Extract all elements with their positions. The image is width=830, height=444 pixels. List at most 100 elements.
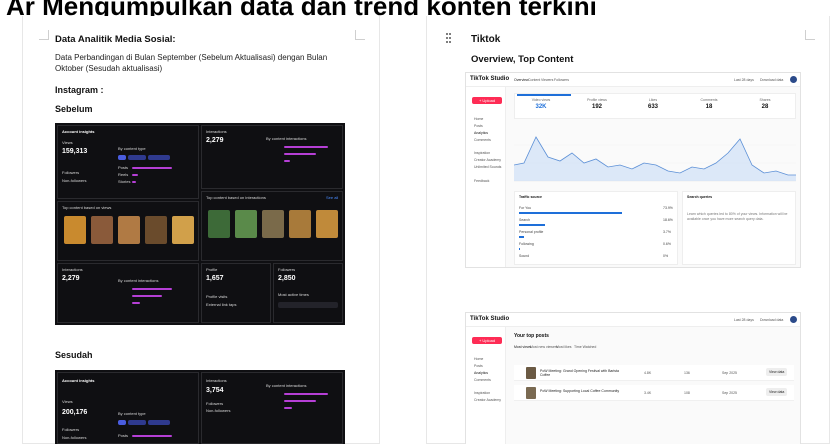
tt-download-button[interactable]: Download data (760, 78, 783, 82)
tt-source-bar (519, 224, 545, 226)
ig-post-thumbnail[interactable] (91, 216, 113, 244)
ig-interaction-bar (284, 146, 328, 148)
tt-nav-creator-academy[interactable]: Creator Academy (474, 158, 501, 162)
ig-by-content-type: By content type (118, 146, 146, 151)
tt-nav-feedback[interactable]: Feedback (474, 179, 489, 183)
ig-top-content-interactions-pane: Top content based on interactions See al… (201, 191, 343, 261)
tt-nav-inspiration[interactable]: Inspiration (474, 151, 490, 155)
ig-seg-non[interactable] (148, 420, 170, 425)
tt-filter-most-likes[interactable]: Most likes (556, 345, 572, 349)
tt-kpi-active-indicator (517, 94, 571, 96)
tt-source-label: Sound (519, 254, 530, 258)
tt-filter-time-watched[interactable]: Time Watched (574, 345, 596, 349)
table-row[interactable]: PoW Meeting: Supporting Local Coffee Com… (514, 385, 794, 401)
ig-post-thumbnail[interactable] (172, 216, 194, 244)
tt-source-bar (519, 248, 520, 250)
tt-top-posts-title: Your top posts (514, 333, 549, 339)
instagram-insights-before: Account insights Views 159,313 Followers… (55, 123, 345, 325)
tt-post-title: PoW Meeting: Supporting Local Coffee Com… (540, 389, 620, 393)
ig-profile-pane: Profile 1,657 Profile visits External li… (201, 263, 271, 323)
analytics-description: Data Perbandingan di Bulan September (Se… (55, 53, 328, 73)
ig-interactions-label: Interactions (206, 129, 227, 134)
tt-nav-inspiration[interactable]: Inspiration (474, 391, 490, 395)
tt-upload-button[interactable]: + Upload (472, 337, 502, 344)
tt-upload-button[interactable]: + Upload (472, 97, 502, 104)
ig-interaction-bar (284, 393, 328, 395)
tiktok-title[interactable]: Tiktok (471, 34, 500, 45)
tt-post-likes: 108 (684, 391, 690, 395)
platform-label: Instagram : (55, 85, 104, 95)
tt-kpi-label: Profile views (587, 98, 607, 102)
ig-by-content-type: By content type (118, 411, 146, 416)
tt-date-range[interactable]: Last 28 days (734, 78, 754, 82)
tt-search-queries-card: Search queries Learn which queries led t… (682, 191, 796, 265)
ig-profile-label: Profile (206, 267, 218, 272)
tt-kpi-value: 28 (761, 104, 769, 110)
after-label: Sesudah (55, 350, 93, 360)
ig-seg-followers[interactable] (128, 155, 146, 160)
tt-nav-creator-academy[interactable]: Creator Academy (474, 398, 501, 402)
analytics-heading: Data Analitik Media Sosial: (55, 34, 176, 45)
tt-top-bar: TikTok Studio Overview Content Viewers F… (466, 73, 800, 87)
ig-interactions-summary-pane: Interactions 2,279 By content interactio… (201, 125, 343, 189)
before-label: Sebelum (55, 104, 93, 114)
ig-seg-non[interactable] (148, 155, 170, 160)
tt-traffic-title: Traffic source (519, 195, 542, 199)
tt-kpi-value: 192 (591, 104, 602, 110)
ig-post-thumbnail[interactable] (289, 210, 311, 238)
tt-source-pct: 73.9% (663, 206, 673, 210)
document-page-left: Data Analitik Media Sosial: Data Perband… (22, 16, 380, 444)
tt-nav-home[interactable]: Home (474, 117, 483, 121)
tt-date-range[interactable]: Last 28 days (734, 318, 754, 322)
tt-post-thumbnail[interactable] (526, 367, 536, 379)
tt-search-title: Search queries (687, 195, 713, 199)
ig-post-thumbnail[interactable] (316, 210, 338, 238)
ig-post-thumbnail[interactable] (208, 210, 230, 238)
tt-sidebar: + Upload Home Posts Analytics Comments I… (466, 327, 506, 444)
tt-nav-posts[interactable]: Posts (474, 364, 483, 368)
tt-nav-posts[interactable]: Posts (474, 124, 483, 128)
table-row[interactable]: PoW Meeting: Grand Opening Festival with… (514, 365, 794, 381)
tt-source-label: Search (519, 218, 531, 222)
ig-interactions-label: Interactions (206, 378, 227, 383)
ig-followers-pane: Followers 2,850 Most active times (273, 263, 343, 323)
ig-post-thumbnail[interactable] (64, 216, 86, 244)
tt-nav-analytics[interactable]: Analytics (474, 371, 488, 375)
ig-post-thumbnail[interactable] (145, 216, 167, 244)
ig-see-all-link[interactable]: See all (326, 195, 338, 200)
ig-post-thumbnail[interactable] (118, 216, 140, 244)
tiktok-studio-content: TikTok Studio Last 28 days Download data… (465, 312, 801, 444)
tt-nav-comments[interactable]: Comments (474, 378, 491, 382)
ig-seg-followers[interactable] (128, 420, 146, 425)
tt-filter-most-views[interactable]: Most views (514, 345, 531, 349)
ig-seg-all[interactable] (118, 155, 126, 160)
tt-tab-viewers[interactable]: Viewers (541, 78, 553, 82)
avatar[interactable] (790, 76, 797, 83)
tt-kpi-label: Likes (648, 98, 658, 102)
tt-tab-overview[interactable]: Overview (514, 78, 529, 82)
ig-interaction-bar (284, 407, 292, 409)
tt-view-data-button[interactable]: View data (766, 388, 788, 396)
tt-filter-most-new-viewers[interactable]: Most new viewers (530, 345, 558, 349)
ig-post-thumbnail[interactable] (235, 210, 257, 238)
ig-followers-row: Followers (62, 427, 80, 432)
tt-tab-followers[interactable]: Followers (554, 78, 569, 82)
ig-views-value: 200,176 (62, 409, 88, 416)
tt-view-data-button[interactable]: View data (766, 368, 788, 376)
tt-nav-unlimited-sounds[interactable]: Unlimited Sounds (474, 165, 501, 169)
ig-followers-row: Followers (206, 401, 224, 406)
tt-nav-comments[interactable]: Comments (474, 138, 491, 142)
drag-handle-icon[interactable] (446, 33, 452, 43)
tt-nav-analytics[interactable]: Analytics (474, 131, 488, 135)
avatar[interactable] (790, 316, 797, 323)
tt-nav-home[interactable]: Home (474, 357, 483, 361)
ig-interactions-summary-pane: Interactions 3,754 Followers Non-followe… (201, 372, 343, 444)
ig-account-title: Account insights (62, 129, 95, 134)
tt-download-button[interactable]: Download data (760, 318, 783, 322)
tt-tab-content[interactable]: Content (528, 78, 540, 82)
ig-by-content-interactions: By content interactions (266, 383, 307, 388)
tt-post-thumbnail[interactable] (526, 387, 536, 399)
ig-post-thumbnail[interactable] (262, 210, 284, 238)
ig-non-followers-row: Non-followers (62, 435, 87, 440)
ig-seg-all[interactable] (118, 420, 126, 425)
